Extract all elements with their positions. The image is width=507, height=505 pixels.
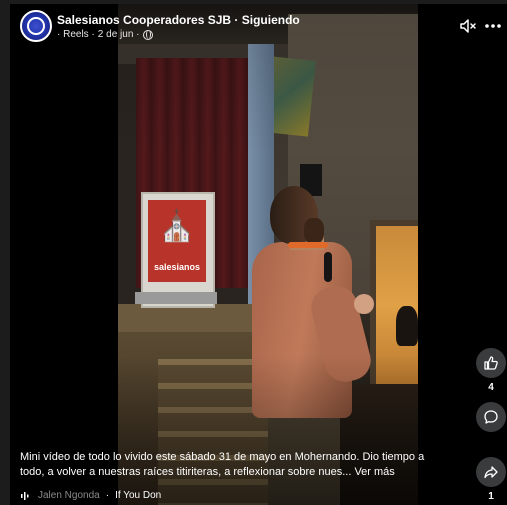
see-more-link[interactable]: Ver más — [354, 466, 394, 478]
reel-caption: Mini vídeo de todo lo vivido este sábado… — [20, 450, 440, 480]
page-title: Salesianos Cooperadores SJB · Siguiendo — [57, 13, 300, 27]
page-name-link[interactable]: Salesianos Cooperadores SJB — [57, 13, 231, 27]
title-separator: · — [234, 13, 239, 27]
share-arrow-icon — [484, 466, 498, 479]
more-options-button[interactable] — [483, 16, 503, 36]
comment-button[interactable] — [476, 402, 506, 432]
reel-viewer: ⛪ salesianos Salesianos Cooperadores SJB… — [10, 4, 507, 505]
mute-button[interactable] — [458, 16, 478, 36]
like-count: 4 — [488, 382, 494, 393]
reel-video[interactable]: ⛪ salesianos — [118, 4, 418, 505]
reels-label[interactable]: · Reels · — [57, 29, 95, 40]
sound-wave-icon — [21, 491, 29, 500]
page-avatar[interactable] — [20, 10, 52, 42]
follow-status[interactable]: Siguiendo — [242, 13, 300, 27]
share-count: 1 — [488, 491, 494, 502]
share-button[interactable] — [476, 457, 506, 487]
post-meta: · Reels · 2 de jun · — [57, 29, 153, 40]
comment-bubble-icon — [484, 410, 498, 424]
audio-track: If You Don — [115, 490, 162, 501]
thumbs-up-icon — [484, 356, 498, 370]
audio-attribution[interactable]: Jalen Ngonda · If You Don — [20, 490, 161, 501]
speaker-muted-icon — [460, 19, 476, 33]
audio-separator: · — [105, 490, 110, 501]
post-date[interactable]: 2 de jun · — [98, 29, 140, 40]
more-horizontal-icon — [485, 24, 501, 28]
salesianos-logo-icon — [27, 17, 45, 35]
like-button[interactable] — [476, 348, 506, 378]
video-overlay — [118, 4, 418, 505]
globe-icon — [142, 29, 153, 40]
audio-artist: Jalen Ngonda — [38, 490, 100, 501]
reel-header: Salesianos Cooperadores SJB · Siguiendo … — [10, 4, 507, 48]
